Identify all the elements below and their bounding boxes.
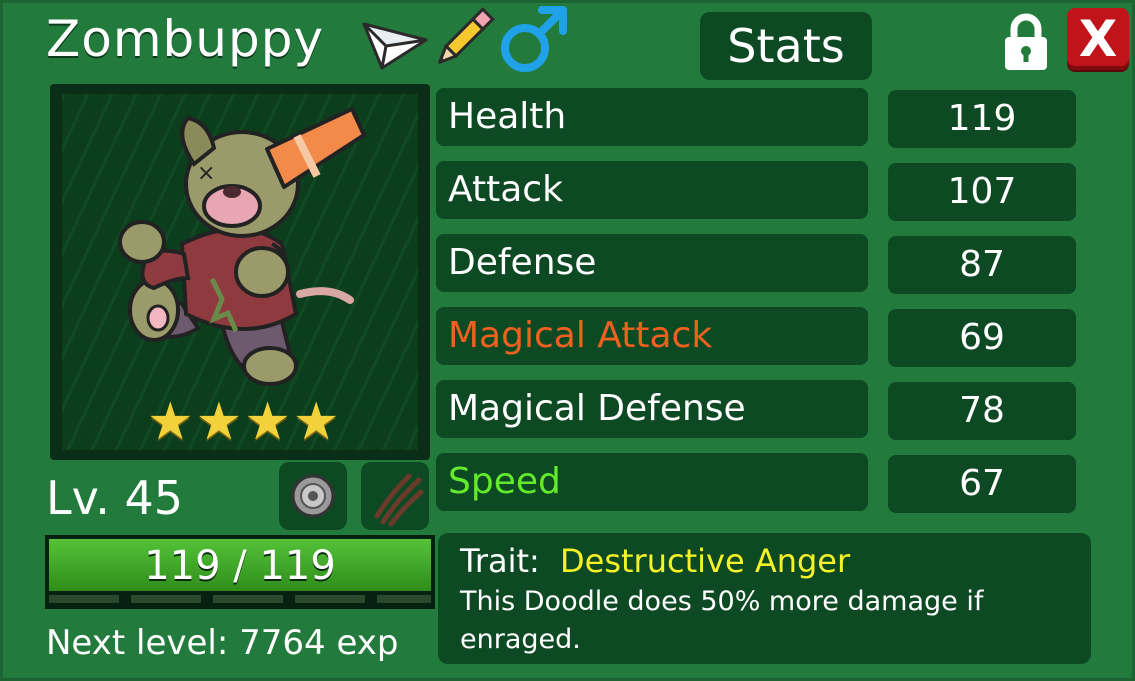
stat-value-speed: 67 [888,455,1076,513]
trait-prefix: Trait: [460,542,540,580]
star-icon: ★ [195,392,243,450]
zombuppy-sprite: × [118,107,366,386]
held-item-button[interactable] [279,462,347,530]
doodle-portrait-frame: × ★ ★ ★ ★ [50,84,430,460]
trait-name: Destructive Anger [560,542,851,580]
hp-bar-segments [49,595,431,603]
doodle-portrait: × ★ ★ ★ ★ [62,94,418,450]
stat-value-health: 119 [888,90,1076,148]
next-level-exp: Next level: 7764 exp [46,623,399,663]
stat-label-magical-attack: Magical Attack [436,307,868,365]
trait-description: This Doodle does 50% more damage if enra… [460,586,984,655]
stat-label-attack: Attack [436,161,868,219]
close-button[interactable]: X [1067,8,1129,70]
doodle-name: Zombuppy [46,10,325,68]
hp-text: 119 / 119 [144,543,336,589]
stats-tab-button[interactable]: Stats [700,12,872,80]
rarity-stars: ★ ★ ★ ★ [147,396,340,448]
stat-label-speed: Speed [436,453,868,511]
disc-item-icon [291,474,335,518]
stat-value-defense: 87 [888,236,1076,294]
star-icon: ★ [292,392,340,450]
star-icon: ★ [147,392,194,450]
svg-text:×: × [197,161,215,186]
claw-marks-icon [374,473,424,527]
doodle-info-panel: Zombuppy Stats X × ★ ★ ★ ★ Lv. 45 119 / … [0,0,1135,681]
stat-label-magical-defense: Magical Defense [436,380,868,438]
trait-box: Trait: Destructive Anger This Doodle doe… [438,533,1091,664]
ability-button[interactable] [361,462,429,530]
star-icon: ★ [244,392,291,450]
trait-heading: Trait: Destructive Anger [460,539,850,583]
stat-value-magical-attack: 69 [888,309,1076,367]
level-label: Lv. 45 [46,471,184,525]
hp-bar: 119 / 119 [45,535,435,609]
paper-plane-icon[interactable] [362,10,428,70]
pencil-icon[interactable] [430,6,496,72]
stat-label-health: Health [436,88,868,146]
lock-icon[interactable] [1002,12,1050,72]
stat-label-defense: Defense [436,234,868,292]
male-symbol-icon [498,4,570,74]
stat-value-magical-defense: 78 [888,382,1076,440]
stat-value-attack: 107 [888,163,1076,221]
